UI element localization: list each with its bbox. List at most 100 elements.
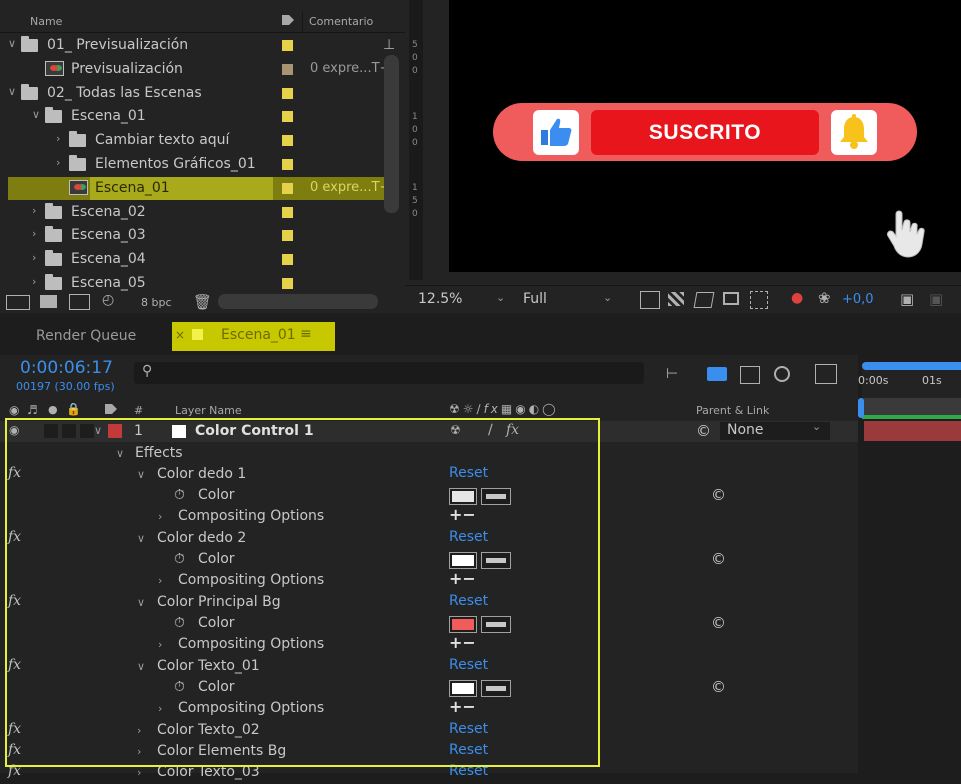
lock-icon[interactable]: 🔒 xyxy=(66,402,81,416)
frame-blending-icon[interactable] xyxy=(740,366,760,384)
label-color-swatch[interactable] xyxy=(282,182,293,194)
fast-preview-icon[interactable] xyxy=(640,291,660,309)
project-item[interactable]: › Escena_02 xyxy=(0,201,385,224)
folder-icon xyxy=(45,202,62,219)
project-item[interactable]: Previsualización 0 expre...T+ xyxy=(0,58,390,81)
playhead[interactable] xyxy=(858,398,864,418)
item-comment[interactable]: 0 expre...T+ xyxy=(310,61,390,76)
parent-pickwhip-icon[interactable]: © xyxy=(696,422,711,440)
tab-composition[interactable]: × Escena_01 ≡ xyxy=(172,322,335,351)
flowchart-icon[interactable]: ⊥ xyxy=(383,37,395,53)
project-item[interactable]: ∨ 02_ Todas las Escenas xyxy=(0,82,385,105)
project-item[interactable]: ∨ Escena_01 xyxy=(0,105,385,128)
project-item[interactable]: › Escena_04 xyxy=(0,248,385,271)
comp-mini-flowchart-icon[interactable]: ⊢ xyxy=(666,366,678,382)
trash-icon[interactable]: 🗑 xyxy=(193,293,212,311)
expression-pickwhip-icon[interactable]: © xyxy=(711,550,726,568)
label-color-swatch[interactable] xyxy=(282,278,293,289)
label-color-swatch[interactable] xyxy=(282,206,293,218)
item-comment[interactable]: 0 expre...T+ xyxy=(310,180,390,195)
layer-duration-bar[interactable] xyxy=(864,421,961,441)
composition-icon xyxy=(69,179,88,195)
col-comment[interactable]: Comentario xyxy=(309,15,373,28)
project-item-label: Escena_04 xyxy=(71,251,146,268)
footer-scrollbar[interactable] xyxy=(218,294,378,309)
col-parent-link: Parent & Link xyxy=(696,404,770,417)
snapshot-camera-icon[interactable]: ▣ xyxy=(900,290,914,308)
label-color-swatch[interactable] xyxy=(282,87,293,99)
grid-guides-icon[interactable] xyxy=(750,291,768,309)
label-color-swatch[interactable] xyxy=(282,111,293,123)
label-tag-icon[interactable] xyxy=(104,403,118,415)
label-color-swatch[interactable] xyxy=(282,159,293,170)
time-ruler[interactable]: 0:00s 01s xyxy=(858,362,961,400)
folder-icon xyxy=(21,36,38,52)
draft-3d-icon[interactable] xyxy=(707,367,727,381)
label-color-swatch[interactable] xyxy=(282,254,293,266)
label-tag-icon[interactable] xyxy=(281,14,295,26)
expression-pickwhip-icon[interactable]: © xyxy=(711,678,726,696)
expression-pickwhip-icon[interactable]: © xyxy=(711,486,726,504)
ruler-mark: 0 xyxy=(412,125,418,135)
bit-depth[interactable]: 8 bpc xyxy=(141,296,172,309)
twisty-icon[interactable]: ∨ xyxy=(8,37,16,50)
mask-visibility-icon[interactable] xyxy=(693,292,715,308)
color-management-icon[interactable]: ❀ xyxy=(818,289,831,307)
project-item[interactable]: › Elementos Gráficos_01 xyxy=(0,153,385,176)
work-area-bar[interactable] xyxy=(862,362,961,370)
twisty-icon[interactable]: › xyxy=(32,204,36,217)
resolution-dropdown[interactable]: Full ⌄ xyxy=(523,291,618,311)
layer-search-input[interactable]: ⚲ xyxy=(134,362,644,384)
twisty-icon[interactable]: › xyxy=(56,156,60,169)
region-of-interest-icon[interactable] xyxy=(723,292,739,305)
project-item-label: Cambiar texto aquí xyxy=(95,132,230,149)
project-item[interactable]: Escena_01 0 expre...T+ xyxy=(0,176,390,200)
interpret-footage-icon[interactable] xyxy=(6,295,30,310)
twisty-icon[interactable]: › xyxy=(32,251,36,264)
chevron-down-icon: ⌄ xyxy=(496,291,506,304)
expression-pickwhip-icon[interactable]: © xyxy=(711,614,726,632)
project-item-label: Escena_03 xyxy=(71,227,146,244)
label-color-swatch[interactable] xyxy=(282,63,293,75)
project-item-label: 02_ Todas las Escenas xyxy=(47,84,202,101)
label-color-swatch[interactable] xyxy=(282,40,293,51)
project-scrollbar[interactable] xyxy=(384,55,399,213)
project-item[interactable]: › Escena_03 xyxy=(0,224,385,247)
twisty-icon[interactable]: › xyxy=(32,227,36,240)
motion-blur-icon[interactable] xyxy=(774,366,790,382)
switches-icons[interactable]: ☢☼∕fx▦◉◐◯ xyxy=(449,402,559,416)
label-color-swatch[interactable] xyxy=(282,230,293,242)
tab-menu-icon[interactable]: ≡ xyxy=(300,326,312,342)
current-time[interactable]: 0:00:06:17 xyxy=(20,358,113,378)
new-composition-icon[interactable] xyxy=(69,294,90,310)
audio-icon[interactable]: ♬ xyxy=(27,403,38,417)
bell-icon xyxy=(831,110,877,155)
tab-render-queue[interactable]: Render Queue xyxy=(36,328,136,344)
twisty-icon[interactable]: › xyxy=(56,132,60,145)
exposure-value[interactable]: +0,0 xyxy=(842,292,874,307)
graph-editor-icon[interactable] xyxy=(815,364,837,384)
zoom-dropdown[interactable]: 12.5% ⌄ xyxy=(418,291,508,311)
label-color-swatch[interactable] xyxy=(282,135,293,147)
channels-icon[interactable]: ● xyxy=(791,290,803,306)
solo-icon[interactable]: ● xyxy=(48,403,58,416)
col-layer-name[interactable]: Layer Name xyxy=(175,404,242,417)
project-item[interactable]: ∨ 01_ Previsualización xyxy=(0,34,385,57)
hand-cursor-icon xyxy=(884,208,926,264)
ruler-mark: 1 xyxy=(412,183,418,193)
twisty-icon[interactable]: ∨ xyxy=(32,108,40,121)
chevron-down-icon: ⌄ xyxy=(812,420,822,433)
twisty-icon[interactable]: › xyxy=(32,275,36,288)
transparency-grid-icon[interactable] xyxy=(668,292,684,306)
project-item[interactable]: › Cambiar texto aquí xyxy=(0,129,385,152)
show-snapshot-icon[interactable]: ▣ xyxy=(929,290,943,308)
zoom-value: 12.5% xyxy=(418,291,463,307)
vertical-ruler: 5 0 0 1 0 0 1 5 0 xyxy=(409,0,423,280)
parent-dropdown[interactable]: None ⌄ xyxy=(720,420,830,440)
project-settings-icon[interactable]: ◴ xyxy=(102,292,114,308)
col-name[interactable]: Name xyxy=(30,15,62,28)
eye-icon[interactable]: ◉ xyxy=(9,403,19,417)
twisty-icon[interactable]: ∨ xyxy=(8,85,16,98)
close-icon[interactable]: × xyxy=(175,328,185,342)
new-folder-icon[interactable] xyxy=(40,295,57,308)
